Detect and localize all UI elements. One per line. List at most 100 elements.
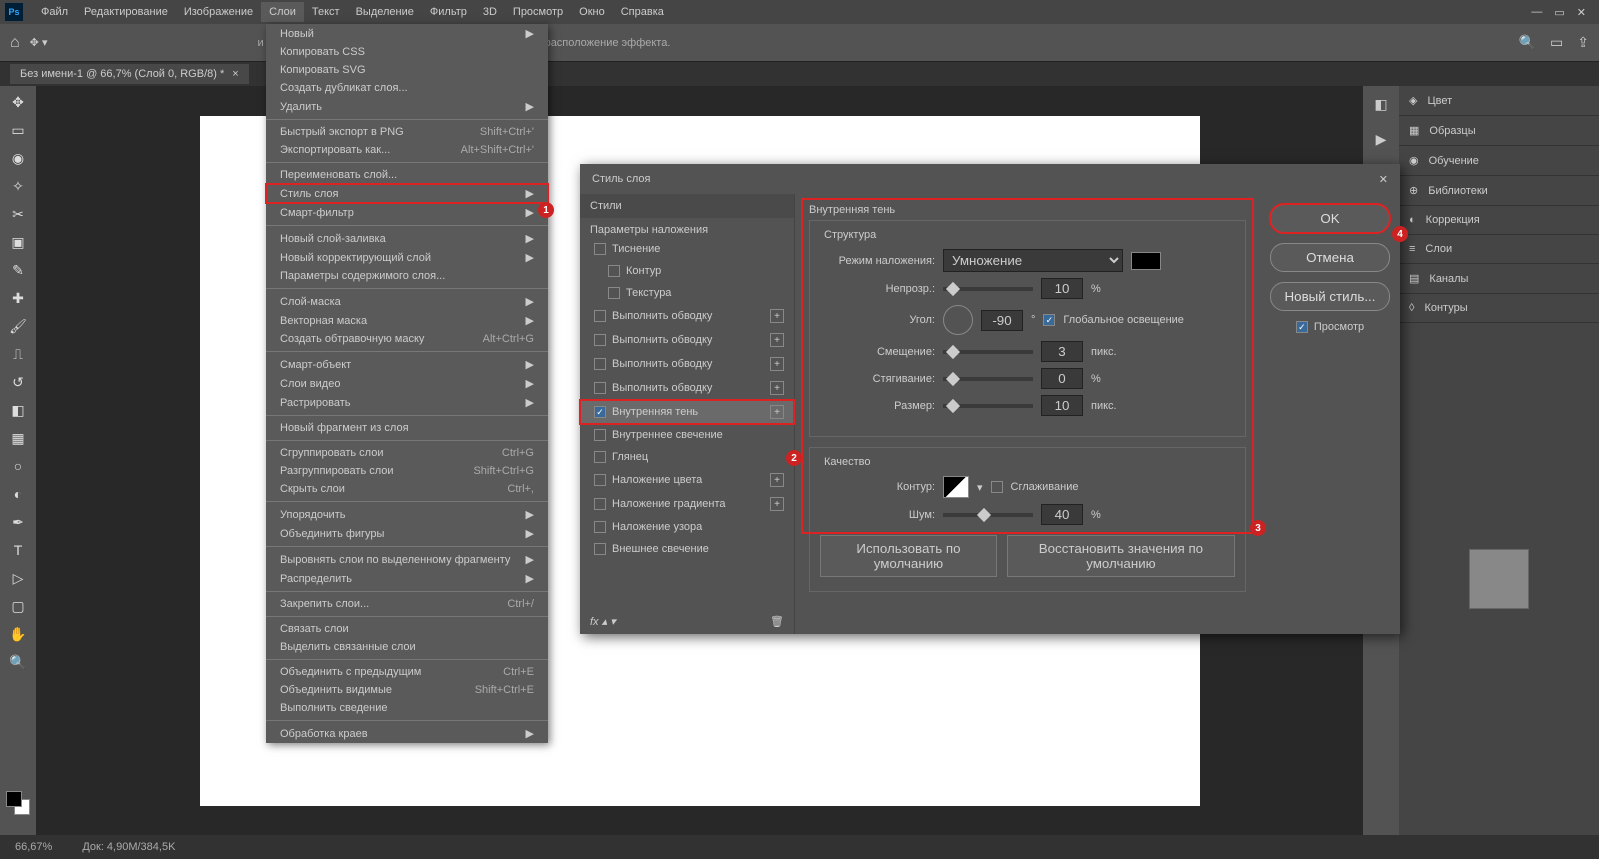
- menu-слои[interactable]: Слои: [261, 2, 304, 22]
- crop-tool-icon[interactable]: ✂: [6, 204, 30, 224]
- effect-item[interactable]: Внешнее свечение: [580, 538, 794, 560]
- global-light-checkbox[interactable]: ✓: [1043, 314, 1055, 326]
- close-icon[interactable]: ✕: [1577, 6, 1586, 19]
- effect-checkbox[interactable]: [608, 265, 620, 277]
- menu-item[interactable]: Смарт-объект▶: [266, 355, 548, 374]
- panel-библиотеки[interactable]: ⊕Библиотеки: [1399, 176, 1599, 206]
- menu-item[interactable]: Распределить▶: [266, 569, 548, 588]
- add-effect-icon[interactable]: +: [770, 357, 784, 371]
- home-icon[interactable]: ⌂: [10, 34, 20, 52]
- effect-item[interactable]: Выполнить обводку+: [580, 376, 794, 400]
- panel-образцы[interactable]: ▦Образцы: [1399, 116, 1599, 146]
- effect-item[interactable]: Глянец: [580, 446, 794, 468]
- distance-slider[interactable]: [943, 350, 1033, 354]
- antialias-checkbox[interactable]: [991, 481, 1003, 493]
- effect-item[interactable]: Внутреннее свечение: [580, 424, 794, 446]
- distance-input[interactable]: [1041, 341, 1083, 362]
- add-effect-icon[interactable]: +: [770, 381, 784, 395]
- tab-close-icon[interactable]: ×: [232, 68, 238, 80]
- panel-контуры[interactable]: ◊Контуры: [1399, 294, 1599, 323]
- add-effect-icon[interactable]: +: [770, 473, 784, 487]
- opacity-input[interactable]: [1041, 278, 1083, 299]
- menu-item[interactable]: Новый корректирующий слой▶: [266, 248, 548, 267]
- blend-mode-select[interactable]: Умножение: [943, 249, 1123, 272]
- menu-item[interactable]: Обработка краев▶: [266, 724, 548, 743]
- menu-item[interactable]: Упорядочить▶: [266, 505, 548, 524]
- maximize-icon[interactable]: ▭: [1554, 6, 1564, 19]
- dodge-tool-icon[interactable]: ◐: [6, 484, 30, 504]
- color-swatches[interactable]: [6, 791, 30, 815]
- size-slider[interactable]: [943, 404, 1033, 408]
- menu-item[interactable]: Копировать SVG: [266, 61, 548, 79]
- shadow-color-swatch[interactable]: [1131, 252, 1161, 270]
- effect-item[interactable]: Тиснение: [580, 238, 794, 260]
- choke-slider[interactable]: [943, 377, 1033, 381]
- noise-slider[interactable]: [943, 513, 1033, 517]
- menu-редактирование[interactable]: Редактирование: [76, 2, 176, 22]
- panel-обучение[interactable]: ◉Обучение: [1399, 146, 1599, 176]
- effect-checkbox[interactable]: [594, 451, 606, 463]
- menu-item[interactable]: Выполнить сведение: [266, 699, 548, 717]
- history-brush-icon[interactable]: ↺: [6, 372, 30, 392]
- blending-options[interactable]: Параметры наложения: [580, 218, 794, 238]
- path-select-icon[interactable]: ▷: [6, 568, 30, 588]
- text-tool-icon[interactable]: T: [6, 540, 30, 560]
- preview-checkbox[interactable]: ✓: [1296, 321, 1308, 333]
- contour-picker[interactable]: [943, 476, 969, 498]
- share-icon[interactable]: ⇪: [1577, 34, 1589, 51]
- angle-input[interactable]: [981, 310, 1023, 331]
- trash-icon[interactable]: 🗑: [770, 615, 784, 628]
- menu-окно[interactable]: Окно: [571, 2, 613, 22]
- move-tool-icon[interactable]: ✥ ▾: [30, 36, 48, 49]
- effect-checkbox[interactable]: [594, 498, 606, 510]
- menu-item[interactable]: Объединить с предыдущимCtrl+E: [266, 663, 548, 681]
- menu-item[interactable]: Экспортировать как...Alt+Shift+Ctrl+': [266, 141, 548, 159]
- reset-default-button[interactable]: Восстановить значения по умолчанию: [1007, 535, 1235, 577]
- opacity-slider[interactable]: [943, 287, 1033, 291]
- effect-item[interactable]: Текстура: [580, 282, 794, 304]
- effect-checkbox[interactable]: [594, 334, 606, 346]
- menu-просмотр[interactable]: Просмотр: [505, 2, 571, 22]
- menu-выделение[interactable]: Выделение: [348, 2, 422, 22]
- effect-item[interactable]: Выполнить обводку+: [580, 352, 794, 376]
- effect-item[interactable]: Наложение узора: [580, 516, 794, 538]
- add-effect-icon[interactable]: +: [770, 333, 784, 347]
- menu-файл[interactable]: Файл: [33, 2, 76, 22]
- shape-tool-icon[interactable]: ▢: [6, 596, 30, 616]
- panel-каналы[interactable]: ▤Каналы: [1399, 264, 1599, 294]
- menu-item[interactable]: Выделить связанные слои: [266, 638, 548, 656]
- menu-item[interactable]: Создать обтравочную маскуAlt+Ctrl+G: [266, 330, 548, 348]
- add-effect-icon[interactable]: +: [770, 405, 784, 419]
- effect-checkbox[interactable]: [594, 429, 606, 441]
- frame-tool-icon[interactable]: ▣: [6, 232, 30, 252]
- menu-item[interactable]: Слои видео▶: [266, 374, 548, 393]
- menu-item[interactable]: Слой-маска▶: [266, 292, 548, 311]
- noise-input[interactable]: [1041, 504, 1083, 525]
- document-tab[interactable]: Без имени-1 @ 66,7% (Слой 0, RGB/8) * ×: [10, 64, 249, 84]
- menu-item[interactable]: Скрыть слоиCtrl+,: [266, 480, 548, 498]
- menu-item[interactable]: Быстрый экспорт в PNGShift+Ctrl+': [266, 123, 548, 141]
- add-effect-icon[interactable]: +: [770, 497, 784, 511]
- effect-checkbox[interactable]: [594, 358, 606, 370]
- menu-текст[interactable]: Текст: [304, 2, 348, 22]
- menu-item[interactable]: Смарт-фильтр▶: [266, 203, 548, 222]
- panel-icon[interactable]: ◧: [1374, 96, 1387, 113]
- minimize-icon[interactable]: —: [1531, 6, 1542, 19]
- stamp-tool-icon[interactable]: ⎍: [6, 344, 30, 364]
- effect-checkbox[interactable]: [594, 243, 606, 255]
- menu-справка[interactable]: Справка: [613, 2, 672, 22]
- make-default-button[interactable]: Использовать по умолчанию: [820, 535, 997, 577]
- eraser-tool-icon[interactable]: ◧: [6, 400, 30, 420]
- menu-item[interactable]: Переименовать слой...: [266, 166, 548, 184]
- menu-item[interactable]: Новый фрагмент из слоя: [266, 419, 548, 437]
- brush-tool-icon[interactable]: 🖌: [6, 316, 30, 336]
- menu-item[interactable]: Создать дубликат слоя...: [266, 79, 548, 97]
- menu-item[interactable]: Объединить фигуры▶: [266, 524, 548, 543]
- lasso-tool-icon[interactable]: ◉: [6, 148, 30, 168]
- effect-item[interactable]: Выполнить обводку+: [580, 328, 794, 352]
- fx-icon[interactable]: fx ▴ ▾: [590, 615, 616, 628]
- effect-item[interactable]: Контур: [580, 260, 794, 282]
- menu-item[interactable]: Удалить▶: [266, 97, 548, 116]
- menu-изображение[interactable]: Изображение: [176, 2, 261, 22]
- effect-item[interactable]: Наложение градиента+: [580, 492, 794, 516]
